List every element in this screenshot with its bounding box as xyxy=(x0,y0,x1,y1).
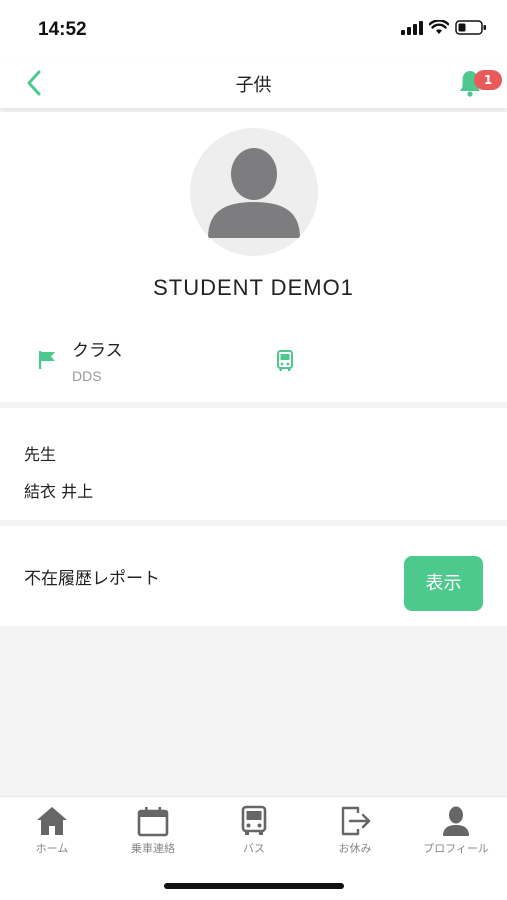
logout-icon xyxy=(341,806,371,836)
profile-card: STUDENT DEMO1 クラス DDS xyxy=(0,112,507,402)
status-icons xyxy=(401,20,487,35)
tab-boarding-contact-label: 乗車連絡 xyxy=(131,842,175,855)
avatar xyxy=(190,128,318,256)
wifi-icon xyxy=(429,20,449,34)
teacher-name: 結衣 井上 xyxy=(24,482,94,501)
bus-icon xyxy=(241,805,267,835)
tab-home-label: ホーム xyxy=(35,842,69,855)
tab-absence-label: お休み xyxy=(338,842,372,855)
show-report-button[interactable]: 表示 xyxy=(404,556,483,611)
tab-absence[interactable]: お休み xyxy=(305,805,405,857)
notification-badge: 1 xyxy=(474,70,502,90)
flag-icon xyxy=(39,351,55,369)
class-value: DDS xyxy=(72,368,102,384)
bus-icon xyxy=(277,350,293,371)
absence-report-label: 不在履歴レポート xyxy=(24,569,160,589)
page-title: 子供 xyxy=(235,75,272,96)
person-icon xyxy=(443,806,469,836)
status-bar: 14:52 xyxy=(0,0,507,58)
calendar-icon xyxy=(137,807,169,837)
student-name: STUDENT DEMO1 xyxy=(153,275,354,300)
absence-report-card: 不在履歴レポート 表示 xyxy=(0,526,507,626)
home-icon xyxy=(37,807,67,835)
tab-bus[interactable]: バス xyxy=(204,805,304,857)
status-time: 14:52 xyxy=(38,19,87,40)
tab-boarding-contact[interactable]: 乗車連絡 xyxy=(103,805,203,857)
signal-icon xyxy=(401,20,423,35)
home-indicator xyxy=(164,883,344,889)
notifications-button[interactable]: 1 xyxy=(458,68,502,100)
teacher-card: 先生 結衣 井上 xyxy=(0,408,507,520)
nav-bar: 子供 1 xyxy=(0,58,507,108)
battery-icon xyxy=(455,20,486,35)
teacher-heading: 先生 xyxy=(24,445,57,464)
tab-bus-label: バス xyxy=(243,842,265,855)
tab-profile-label: プロフィール xyxy=(423,842,489,855)
tab-home[interactable]: ホーム xyxy=(2,805,102,857)
person-icon xyxy=(208,148,300,238)
tab-profile[interactable]: プロフィール xyxy=(406,805,506,857)
class-label: クラス xyxy=(72,341,123,361)
